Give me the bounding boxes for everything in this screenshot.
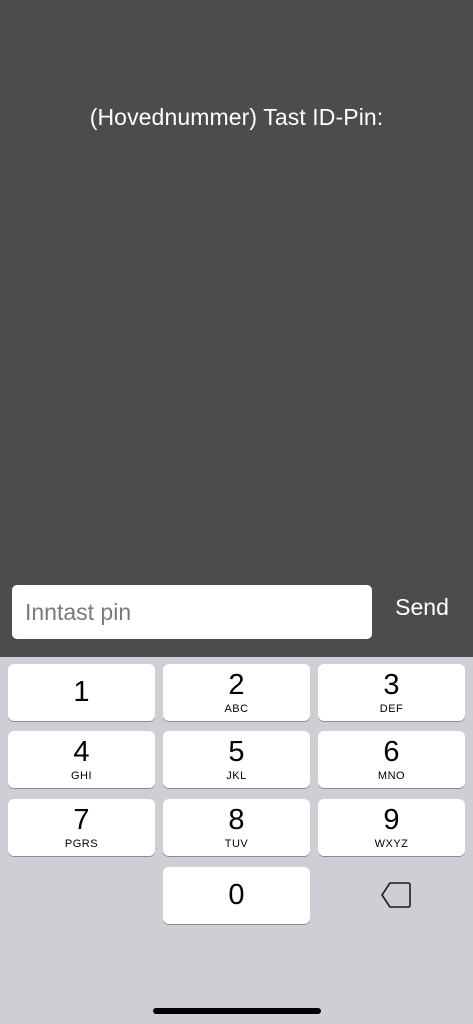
key-letters: ABC [224, 703, 249, 715]
key-3[interactable]: 3 DEF [318, 664, 465, 721]
key-digit: 8 [228, 804, 245, 836]
key-letters: GHI [70, 770, 93, 782]
key-digit: 4 [73, 736, 90, 768]
key-letters: JKL [226, 770, 247, 782]
key-letters: PGRS [64, 838, 99, 850]
key-8[interactable]: 8 TUV [163, 799, 310, 856]
key-digit: 3 [383, 669, 400, 701]
backspace-key[interactable] [380, 881, 412, 909]
key-letters: WXYZ [374, 838, 409, 850]
backspace-icon [381, 882, 411, 908]
key-digit: 9 [383, 804, 400, 836]
key-6[interactable]: 6 MNO [318, 731, 465, 788]
key-letters: DEF [379, 703, 404, 715]
key-digit: 7 [73, 804, 90, 836]
home-indicator [153, 1008, 321, 1014]
pin-input[interactable] [12, 585, 372, 639]
screen-content: (Hovednummer) Tast ID-Pin: Send [0, 0, 473, 657]
key-letters: MNO [377, 770, 406, 782]
key-7[interactable]: 7 PGRS [8, 799, 155, 856]
key-9[interactable]: 9 WXYZ [318, 799, 465, 856]
key-letters: TUV [224, 838, 249, 850]
key-4[interactable]: 4 GHI [8, 731, 155, 788]
key-digit: 0 [228, 879, 245, 911]
key-5[interactable]: 5 JKL [163, 731, 310, 788]
send-button[interactable]: Send [386, 589, 458, 625]
key-digit: 1 [73, 676, 90, 708]
key-0[interactable]: 0 [163, 867, 310, 924]
pin-prompt: (Hovednummer) Tast ID-Pin: [89, 104, 384, 130]
key-digit: 6 [383, 736, 400, 768]
key-digit: 2 [228, 669, 245, 701]
key-digit: 5 [228, 736, 245, 768]
key-1[interactable]: 1 [8, 664, 155, 721]
key-2[interactable]: 2 ABC [163, 664, 310, 721]
